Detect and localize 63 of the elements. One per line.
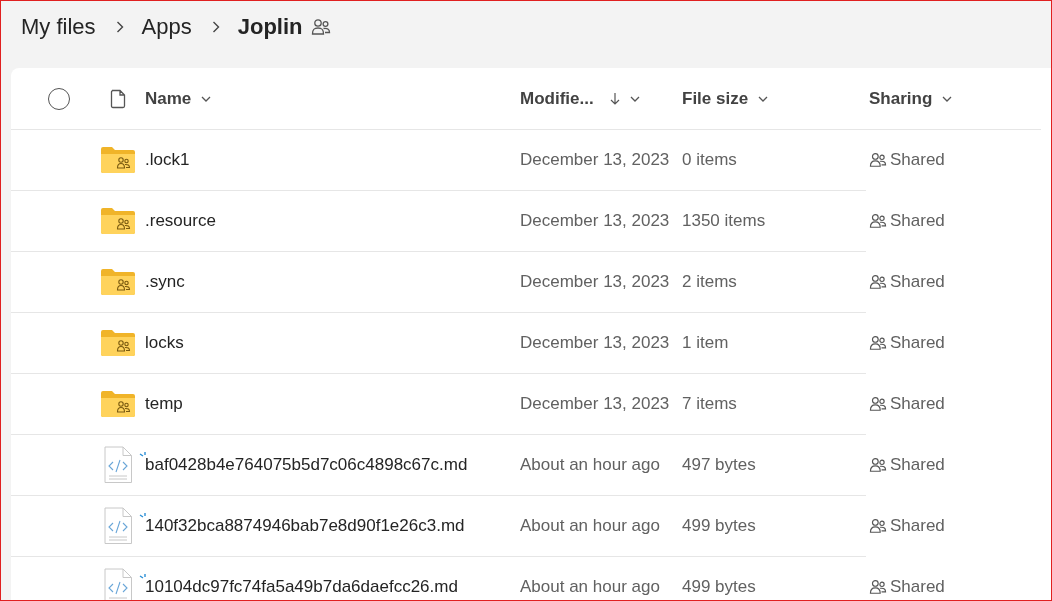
file-size: 2 items xyxy=(682,272,737,291)
sharing-status[interactable]: Shared xyxy=(890,150,945,170)
sharing-status[interactable]: Shared xyxy=(890,516,945,536)
file-size: 1350 items xyxy=(682,211,766,230)
file-size: 1 item xyxy=(682,333,729,352)
breadcrumb-link[interactable]: Apps xyxy=(141,14,192,40)
file-name-link[interactable]: 10104dc97fc74fa5a49b7da6daefcc26.md xyxy=(145,577,458,597)
people-icon xyxy=(869,518,887,534)
people-icon xyxy=(869,274,887,290)
modified-date: December 13, 2023 xyxy=(520,211,670,230)
chevron-down-icon xyxy=(942,95,953,102)
shared-folder-icon xyxy=(100,390,136,418)
file-name-link[interactable]: locks xyxy=(145,333,184,353)
modified-date: December 13, 2023 xyxy=(520,150,670,169)
file-name-link[interactable]: baf0428b4e764075b5d7c06c4898c67c.md xyxy=(145,455,468,475)
sharing-status[interactable]: Shared xyxy=(890,211,945,231)
chevron-down-icon xyxy=(758,95,769,102)
people-icon xyxy=(869,152,887,168)
file-name-link[interactable]: .lock1 xyxy=(145,150,190,170)
chevron-down-icon xyxy=(629,95,640,102)
modified-date: December 13, 2023 xyxy=(520,333,670,352)
shared-folder-icon xyxy=(100,329,136,357)
column-header[interactable]: Modifie... xyxy=(520,88,682,109)
column-header[interactable]: File size xyxy=(682,88,869,109)
code-file-icon xyxy=(103,446,133,484)
sharing-status[interactable]: Shared xyxy=(890,272,945,292)
modified-date: December 13, 2023 xyxy=(520,272,670,291)
sharing-status[interactable]: Shared xyxy=(890,455,945,475)
file-name-link[interactable]: .resource xyxy=(145,211,216,231)
file-size: 499 bytes xyxy=(682,577,756,596)
modified-date: About an hour ago xyxy=(520,516,660,535)
sort-down-arrow-icon xyxy=(609,91,620,106)
file-name-link[interactable]: 140f32bca8874946bab7e8d90f1e26c3.md xyxy=(145,516,465,536)
file-size: 497 bytes xyxy=(682,455,756,474)
modified-date: December 13, 2023 xyxy=(520,394,670,413)
chevron-down-icon xyxy=(201,95,212,102)
code-file-icon xyxy=(103,507,133,545)
file-size: 0 items xyxy=(682,150,737,169)
file-name-link[interactable]: temp xyxy=(145,394,183,414)
file-name-link[interactable]: .sync xyxy=(145,272,185,292)
shared-folder-icon xyxy=(100,207,136,235)
shared-folder-icon xyxy=(100,268,136,296)
chevron-right-icon xyxy=(211,21,220,33)
people-icon xyxy=(869,213,887,229)
column-header[interactable]: Name xyxy=(145,88,520,109)
people-icon xyxy=(869,335,887,351)
breadcrumb-link[interactable]: Joplin xyxy=(237,14,303,40)
people-icon xyxy=(869,457,887,473)
file-size: 499 bytes xyxy=(682,516,756,535)
chevron-right-icon xyxy=(115,21,124,33)
file-size: 7 items xyxy=(682,394,737,413)
sharing-status[interactable]: Shared xyxy=(890,333,945,353)
modified-date: About an hour ago xyxy=(520,577,660,596)
sharing-status[interactable]: Shared xyxy=(890,577,945,597)
modified-date: About an hour ago xyxy=(520,455,660,474)
breadcrumb-link[interactable]: My files xyxy=(21,14,96,40)
people-icon xyxy=(869,579,887,595)
people-icon xyxy=(869,396,887,412)
file-icon xyxy=(110,88,126,109)
column-header[interactable]: Sharing xyxy=(869,88,953,109)
shared-folder-icon xyxy=(100,146,136,174)
people-icon xyxy=(310,18,331,36)
sharing-status[interactable]: Shared xyxy=(890,394,945,414)
